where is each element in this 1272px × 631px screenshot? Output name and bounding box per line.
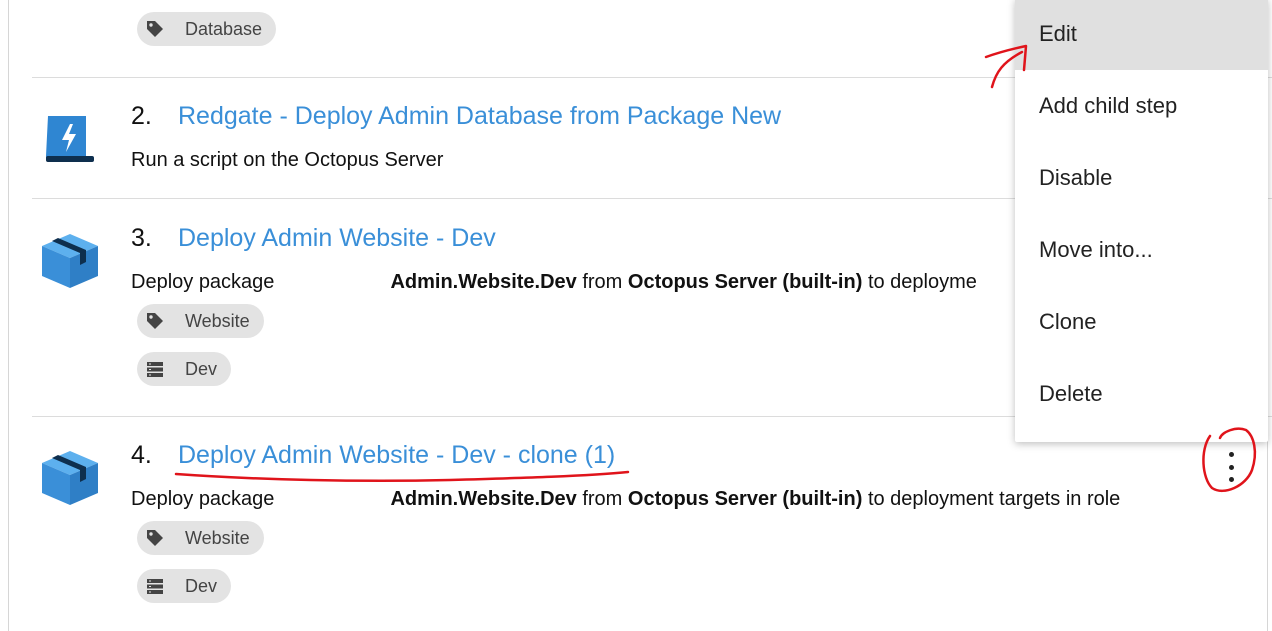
environment-chip-dev[interactable]: Dev	[137, 569, 232, 603]
tag-icon	[145, 528, 165, 548]
step-number: 3.	[131, 224, 152, 252]
package-box-icon	[40, 232, 100, 295]
description-from: from	[582, 488, 623, 510]
tag-chip-website[interactable]: Website	[137, 304, 264, 338]
menu-item-clone[interactable]: Clone	[1015, 286, 1268, 358]
environment-label: Dev	[185, 575, 218, 596]
tag-icon	[145, 311, 165, 331]
step-number: 2.	[131, 102, 152, 130]
menu-item-add-child-step[interactable]: Add child step	[1015, 70, 1268, 142]
description-suffix: to deployme	[867, 271, 977, 293]
description-from: from	[582, 271, 623, 293]
tag-chip-website[interactable]: Website	[137, 521, 264, 555]
environment-label: Dev	[185, 358, 218, 379]
package-name: Admin.Website.Dev	[390, 488, 577, 510]
kebab-dot	[1228, 452, 1234, 457]
server-name: Octopus Server (built-in)	[627, 488, 863, 510]
tag-icon	[145, 19, 165, 39]
tag-label: Website	[185, 310, 250, 331]
step-title-link[interactable]: Deploy Admin Website - Dev - clone (1)	[178, 441, 615, 470]
tag-label: Website	[185, 527, 250, 548]
description-suffix: to deployment targets in role	[867, 488, 1121, 510]
step-title-link[interactable]: Redgate - Deploy Admin Database from Pac…	[178, 102, 781, 131]
step-description: Run a script on the Octopus Server	[131, 149, 444, 171]
menu-item-disable[interactable]: Disable	[1015, 142, 1268, 214]
server-stack-icon	[145, 576, 165, 596]
description-prefix: Deploy package	[131, 488, 275, 510]
step-context-menu: Edit Add child step Disable Move into...…	[1015, 0, 1268, 442]
server-name: Octopus Server (built-in)	[627, 271, 863, 293]
package-box-icon	[40, 449, 100, 512]
tag-label: Database	[185, 18, 263, 39]
server-stack-icon	[145, 359, 165, 379]
step-title-link[interactable]: Deploy Admin Website - Dev	[178, 224, 496, 253]
script-icon	[44, 114, 96, 169]
step-number: 4.	[131, 441, 152, 469]
menu-item-edit[interactable]: Edit	[1015, 0, 1268, 70]
package-name: Admin.Website.Dev	[390, 271, 577, 293]
tag-chip-database[interactable]: Database	[137, 12, 277, 46]
step-description: Deploy package Admin.Website.Dev from Oct…	[131, 271, 977, 294]
kebab-dot	[1228, 464, 1234, 470]
description-prefix: Deploy package	[131, 271, 275, 293]
step-description: Deploy package Admin.Website.Dev from Oct…	[131, 488, 1120, 511]
kebab-dot	[1228, 477, 1234, 482]
environment-chip-dev[interactable]: Dev	[137, 352, 232, 386]
menu-item-delete[interactable]: Delete	[1015, 358, 1268, 430]
more-options-icon[interactable]	[1220, 452, 1242, 482]
menu-item-move-into[interactable]: Move into...	[1015, 214, 1268, 286]
